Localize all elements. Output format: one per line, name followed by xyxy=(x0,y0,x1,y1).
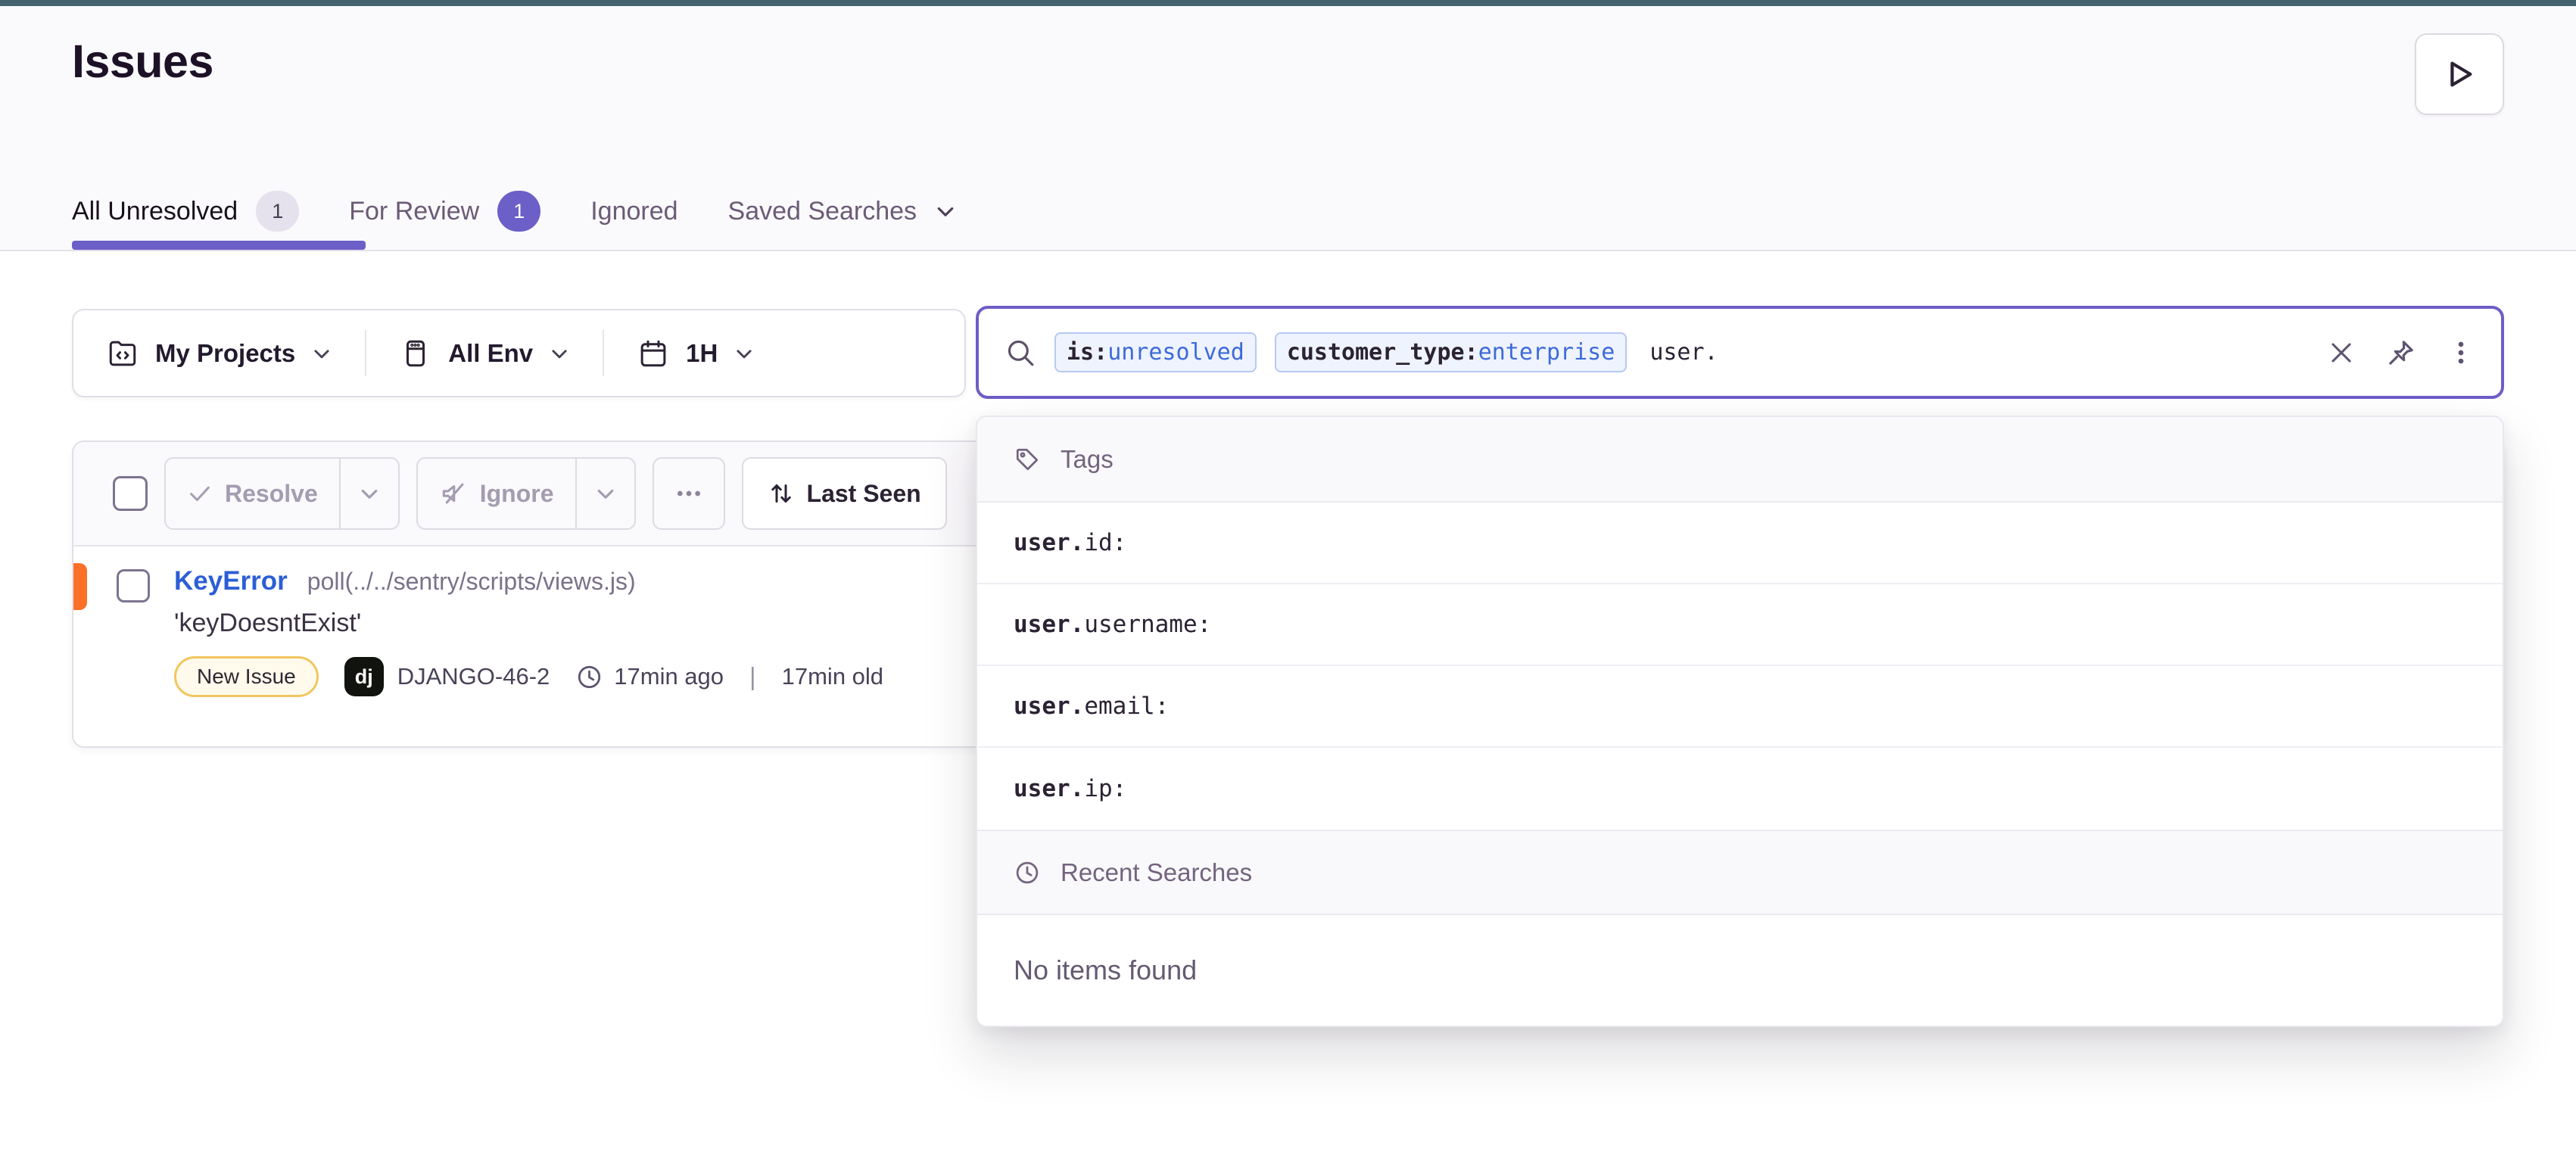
recent-searches-section-header: Recent Searches xyxy=(977,830,2503,915)
chevron-down-icon xyxy=(935,201,956,222)
tags-section-header: Tags xyxy=(977,417,2503,503)
suggestion-rest: id: xyxy=(1084,529,1126,556)
top-border-strip xyxy=(0,0,2576,6)
mute-icon xyxy=(439,479,468,508)
pin-search-icon[interactable] xyxy=(2386,338,2416,368)
clock-icon xyxy=(1014,859,1041,886)
sort-by-button[interactable]: Last Seen xyxy=(742,457,947,530)
tab-label: Saved Searches xyxy=(728,197,917,226)
resolve-dropdown-button[interactable] xyxy=(339,459,398,528)
ellipsis-icon xyxy=(674,478,704,509)
tag-suggestion-user-email[interactable]: user.email: xyxy=(977,666,2503,748)
chevron-down-icon xyxy=(734,344,754,363)
check-icon xyxy=(187,481,213,506)
token-key: is: xyxy=(1067,339,1107,366)
issue-title-link[interactable]: KeyError xyxy=(174,566,288,596)
tab-for-review[interactable]: For Review 1 xyxy=(349,191,540,232)
suggestion-rest: username: xyxy=(1084,611,1211,638)
tab-count-badge: 1 xyxy=(256,191,299,232)
search-typed-text[interactable]: user. xyxy=(1649,339,1718,366)
ignore-button[interactable]: Ignore xyxy=(418,459,575,528)
tab-label: Ignored xyxy=(590,197,677,226)
chevron-down-icon xyxy=(312,344,332,363)
token-key: customer_type: xyxy=(1287,339,1478,366)
projects-icon xyxy=(107,338,139,369)
tag-icon xyxy=(1014,446,1041,473)
ignore-split-button: Ignore xyxy=(416,457,636,530)
clock-icon xyxy=(575,663,603,691)
meta-separator: | xyxy=(749,662,756,691)
suggestion-rest: ip: xyxy=(1084,775,1126,802)
no-items-found-message: No items found xyxy=(977,915,2503,1026)
error-level-indicator xyxy=(73,563,87,610)
page-header: Issues All Unresolved 1 For Review 1 Ign… xyxy=(0,6,2576,251)
new-issue-badge: New Issue xyxy=(174,656,319,697)
recent-searches-title: Recent Searches xyxy=(1061,858,1252,887)
chevron-down-icon xyxy=(359,483,380,504)
kebab-menu-icon[interactable] xyxy=(2447,338,2475,367)
issue-short-id[interactable]: DJANGO-46-2 xyxy=(397,663,550,690)
resolve-button[interactable]: Resolve xyxy=(166,459,339,528)
tab-label: For Review xyxy=(349,197,479,226)
tab-ignored[interactable]: Ignored xyxy=(590,197,677,226)
tab-count-badge: 1 xyxy=(497,191,540,232)
resolve-label: Resolve xyxy=(225,480,318,508)
tags-section-title: Tags xyxy=(1061,445,1114,474)
tag-suggestion-user-id[interactable]: user.id: xyxy=(977,503,2503,584)
issue-age: 17min old xyxy=(782,663,883,690)
active-tab-underline xyxy=(72,241,366,250)
time-range-filter[interactable]: 1H xyxy=(604,310,787,396)
search-token-is-unresolved[interactable]: is:unresolved xyxy=(1054,332,1257,372)
project-filter-label: My Projects xyxy=(155,339,295,368)
search-actions xyxy=(2327,338,2475,368)
page-filter-bar: My Projects All Env 1H xyxy=(72,309,966,397)
suggestion-match: user. xyxy=(1014,611,1084,638)
environment-icon xyxy=(400,338,431,369)
clear-search-icon[interactable] xyxy=(2327,338,2356,367)
tag-suggestion-user-ip[interactable]: user.ip: xyxy=(977,748,2503,830)
issue-checkbox[interactable] xyxy=(117,569,150,602)
token-value: enterprise xyxy=(1478,339,1615,366)
tag-suggestion-user-username[interactable]: user.username: xyxy=(977,584,2503,666)
sort-arrows-icon xyxy=(768,480,795,507)
time-range-filter-label: 1H xyxy=(686,339,718,368)
replay-tour-button[interactable] xyxy=(2415,33,2504,115)
sort-by-label: Last Seen xyxy=(807,480,921,508)
page-title: Issues xyxy=(72,35,213,88)
issue-view-tabs: All Unresolved 1 For Review 1 Ignored Sa… xyxy=(72,191,956,232)
suggestion-rest: email: xyxy=(1084,693,1169,720)
select-all-checkbox[interactable] xyxy=(113,476,148,511)
token-value: unresolved xyxy=(1107,339,1244,366)
project-filter[interactable]: My Projects xyxy=(73,310,365,396)
tab-saved-searches[interactable]: Saved Searches xyxy=(728,197,957,226)
suggestion-match: user. xyxy=(1014,529,1084,556)
tab-all-unresolved[interactable]: All Unresolved 1 xyxy=(72,191,299,232)
play-icon xyxy=(2442,57,2477,92)
suggestion-match: user. xyxy=(1014,775,1084,802)
chevron-down-icon xyxy=(595,483,616,504)
environment-filter[interactable]: All Env xyxy=(366,310,603,396)
calendar-icon xyxy=(637,338,669,369)
tab-label: All Unresolved xyxy=(72,197,238,226)
chevron-down-icon xyxy=(550,344,569,363)
ignore-label: Ignore xyxy=(480,480,554,508)
search-autocomplete-dropdown: Tags user.id: user.username: user.email:… xyxy=(976,416,2504,1027)
more-actions-button[interactable] xyxy=(653,457,725,530)
issue-last-seen: 17min ago xyxy=(614,663,724,690)
search-icon xyxy=(1005,337,1036,369)
issue-culprit: poll(../../sentry/scripts/views.js) xyxy=(307,568,636,596)
issue-search-bar[interactable]: is:unresolved customer_type:enterprise u… xyxy=(976,306,2504,399)
search-token-customer-type[interactable]: customer_type:enterprise xyxy=(1275,332,1628,372)
environment-filter-label: All Env xyxy=(448,339,533,368)
ignore-dropdown-button[interactable] xyxy=(575,459,634,528)
django-platform-icon: dj xyxy=(344,657,384,696)
resolve-split-button: Resolve xyxy=(164,457,400,530)
suggestion-match: user. xyxy=(1014,693,1084,720)
